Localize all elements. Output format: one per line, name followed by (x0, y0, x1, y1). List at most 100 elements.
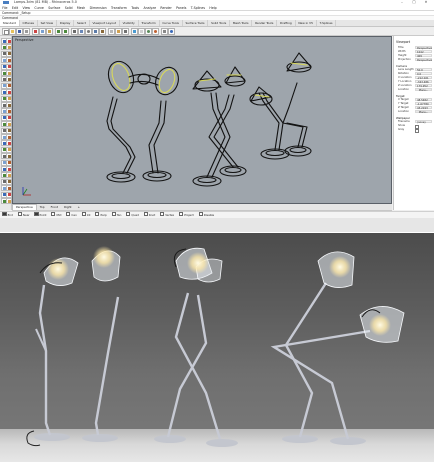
prop-value-input[interactable]: Perspective (415, 46, 432, 50)
prop-key: Projection (398, 58, 411, 61)
prop-value-input[interactable]: 50.0 (415, 68, 432, 72)
tab-cplanes[interactable]: CPlanes (20, 20, 38, 26)
prop-row-gray: Gray (396, 128, 434, 133)
tab-mesh-tools[interactable]: Mesh Tools (230, 20, 253, 26)
add-viewport-tab[interactable]: + (75, 204, 83, 210)
status-bar (0, 218, 434, 232)
render-icon[interactable] (152, 28, 159, 35)
paste-icon[interactable] (46, 28, 53, 35)
photo-lamp-1 (26, 246, 121, 447)
prop-value-input[interactable]: -1.67780 (415, 102, 432, 106)
print-icon[interactable] (23, 28, 30, 35)
zoom-selected-icon[interactable] (99, 28, 106, 35)
save-file-icon[interactable] (16, 28, 23, 35)
osnap-checkbox[interactable] (179, 212, 184, 217)
photo-lamp-2 (154, 247, 238, 447)
viewport-tab-right[interactable]: Right (61, 204, 75, 210)
tab-transform[interactable]: Transform (139, 20, 160, 26)
osnap-checkbox[interactable] (95, 212, 100, 217)
wireframe-lamps (22, 52, 312, 196)
prop-value-input[interactable]: 409 (415, 54, 432, 58)
wireframe-lamp-3 (249, 52, 312, 160)
prop-value-input[interactable]: -212.021 (415, 76, 432, 80)
open-file-icon[interactable] (9, 28, 16, 35)
prop-value-select[interactable]: Perspective (415, 58, 432, 62)
hide-objects-icon[interactable] (115, 28, 122, 35)
photo-lamp-3 (270, 251, 405, 445)
viewport-tab-top[interactable]: Top (37, 204, 48, 210)
tab-solid-tools[interactable]: Solid Tools (208, 20, 231, 26)
lock-objects-icon[interactable] (122, 28, 129, 35)
osnap-checkbox[interactable] (66, 212, 71, 217)
options-icon[interactable] (161, 28, 168, 35)
osnap-checkbox[interactable] (111, 212, 116, 217)
perspective-viewport[interactable]: Perspective (12, 36, 392, 204)
tab-curve-tools[interactable]: Curve Tools (160, 20, 183, 26)
wallpaper-file-select[interactable]: (none) (415, 120, 432, 124)
rotate-view-icon[interactable] (78, 28, 85, 35)
copy-icon[interactable] (39, 28, 46, 35)
tab-set-view[interactable]: Set View (38, 20, 57, 26)
osnap-checkbox[interactable] (2, 212, 7, 217)
tab-display[interactable]: Display (57, 20, 75, 26)
prop-value-input[interactable]: 0.0 (415, 72, 432, 76)
osnap-checkbox[interactable] (198, 212, 203, 217)
tab-standard[interactable]: Standard (0, 20, 20, 26)
tab-select[interactable]: Select (74, 20, 90, 26)
zoom-icon[interactable] (85, 28, 92, 35)
viewport-title[interactable]: Perspective (15, 38, 33, 42)
command-area: Command: _Setup Command (0, 11, 434, 20)
lamp-photo (0, 233, 434, 462)
osnap-checkbox[interactable] (126, 212, 131, 217)
rhino-app-icon (3, 1, 9, 4)
gray-wallpaper-checkbox[interactable] (415, 128, 420, 133)
place-target-button[interactable]: Place... (415, 110, 432, 114)
cut-icon[interactable] (32, 28, 39, 35)
tab-tsplines[interactable]: T-Splines (317, 20, 337, 26)
toolbar-tabs: Standard CPlanes Set View Display Select View… (0, 20, 434, 27)
layer-icon[interactable] (131, 28, 138, 35)
wireframe-lamp-1 (106, 60, 179, 183)
tab-render-tools[interactable]: Render Tools (252, 20, 278, 26)
prop-value-input[interactable]: 48.5482 (415, 98, 432, 102)
prop-row-projection: Projection Perspective (396, 58, 434, 62)
osnap-checkbox[interactable] (160, 212, 165, 217)
new-file-icon[interactable] (2, 28, 9, 35)
panel-title: Viewport (396, 40, 411, 44)
shaded-display-icon[interactable] (145, 28, 152, 35)
prop-value-input[interactable]: -343.486 (415, 80, 432, 84)
undo-icon[interactable] (55, 28, 62, 35)
zoom-extents-icon[interactable] (92, 28, 99, 35)
help-icon[interactable] (168, 28, 175, 35)
prop-value-input[interactable]: 43.2193 (415, 106, 432, 110)
properties-panel: Viewport Title Perspective Width 1042 Heig… (393, 36, 434, 210)
viewport-tab-perspective[interactable]: Perspective (12, 204, 37, 210)
osnap-checkbox[interactable] (51, 212, 56, 217)
osnap-checkbox[interactable] (34, 212, 39, 217)
tab-drafting[interactable]: Drafting (277, 20, 296, 26)
viewport-tab-front[interactable]: Front (48, 204, 61, 210)
tab-surface-tools[interactable]: Surface Tools (183, 20, 209, 26)
prop-row-location: Location Place... (396, 88, 434, 92)
axis-icon (22, 187, 31, 196)
viewport-tabs: Perspective Top Front Right + (12, 204, 392, 211)
osnap-checkbox[interactable] (81, 212, 86, 217)
pan-icon[interactable] (71, 28, 78, 35)
prop-value-input[interactable]: 179.952 (415, 84, 432, 88)
osnap-checkbox[interactable] (143, 212, 148, 217)
tab-viewport-layout[interactable]: Viewport Layout (90, 20, 120, 26)
osnap-bar: End Near Point Mid Cen Int Perp Tan Quad Knot Vert… (0, 211, 434, 218)
properties-icon[interactable] (138, 28, 145, 35)
select-all-icon[interactable] (108, 28, 115, 35)
left-toolbar (0, 36, 12, 210)
tab-visibility[interactable]: Visibility (120, 20, 139, 26)
standard-toolbar (0, 27, 434, 36)
lamp-photo-drawing (26, 246, 405, 447)
redo-icon[interactable] (62, 28, 69, 35)
tab-new-in-v5[interactable]: New in V5 (296, 20, 317, 26)
place-camera-button[interactable]: Place... (415, 88, 432, 92)
prop-key: Location (398, 110, 409, 113)
rhino-window: Lamps.3dm (81 MB) - Rhinoceros 5.0 – □ ✕… (0, 0, 434, 232)
prop-value-input[interactable]: 1042 (415, 50, 432, 54)
osnap-checkbox[interactable] (17, 212, 22, 217)
